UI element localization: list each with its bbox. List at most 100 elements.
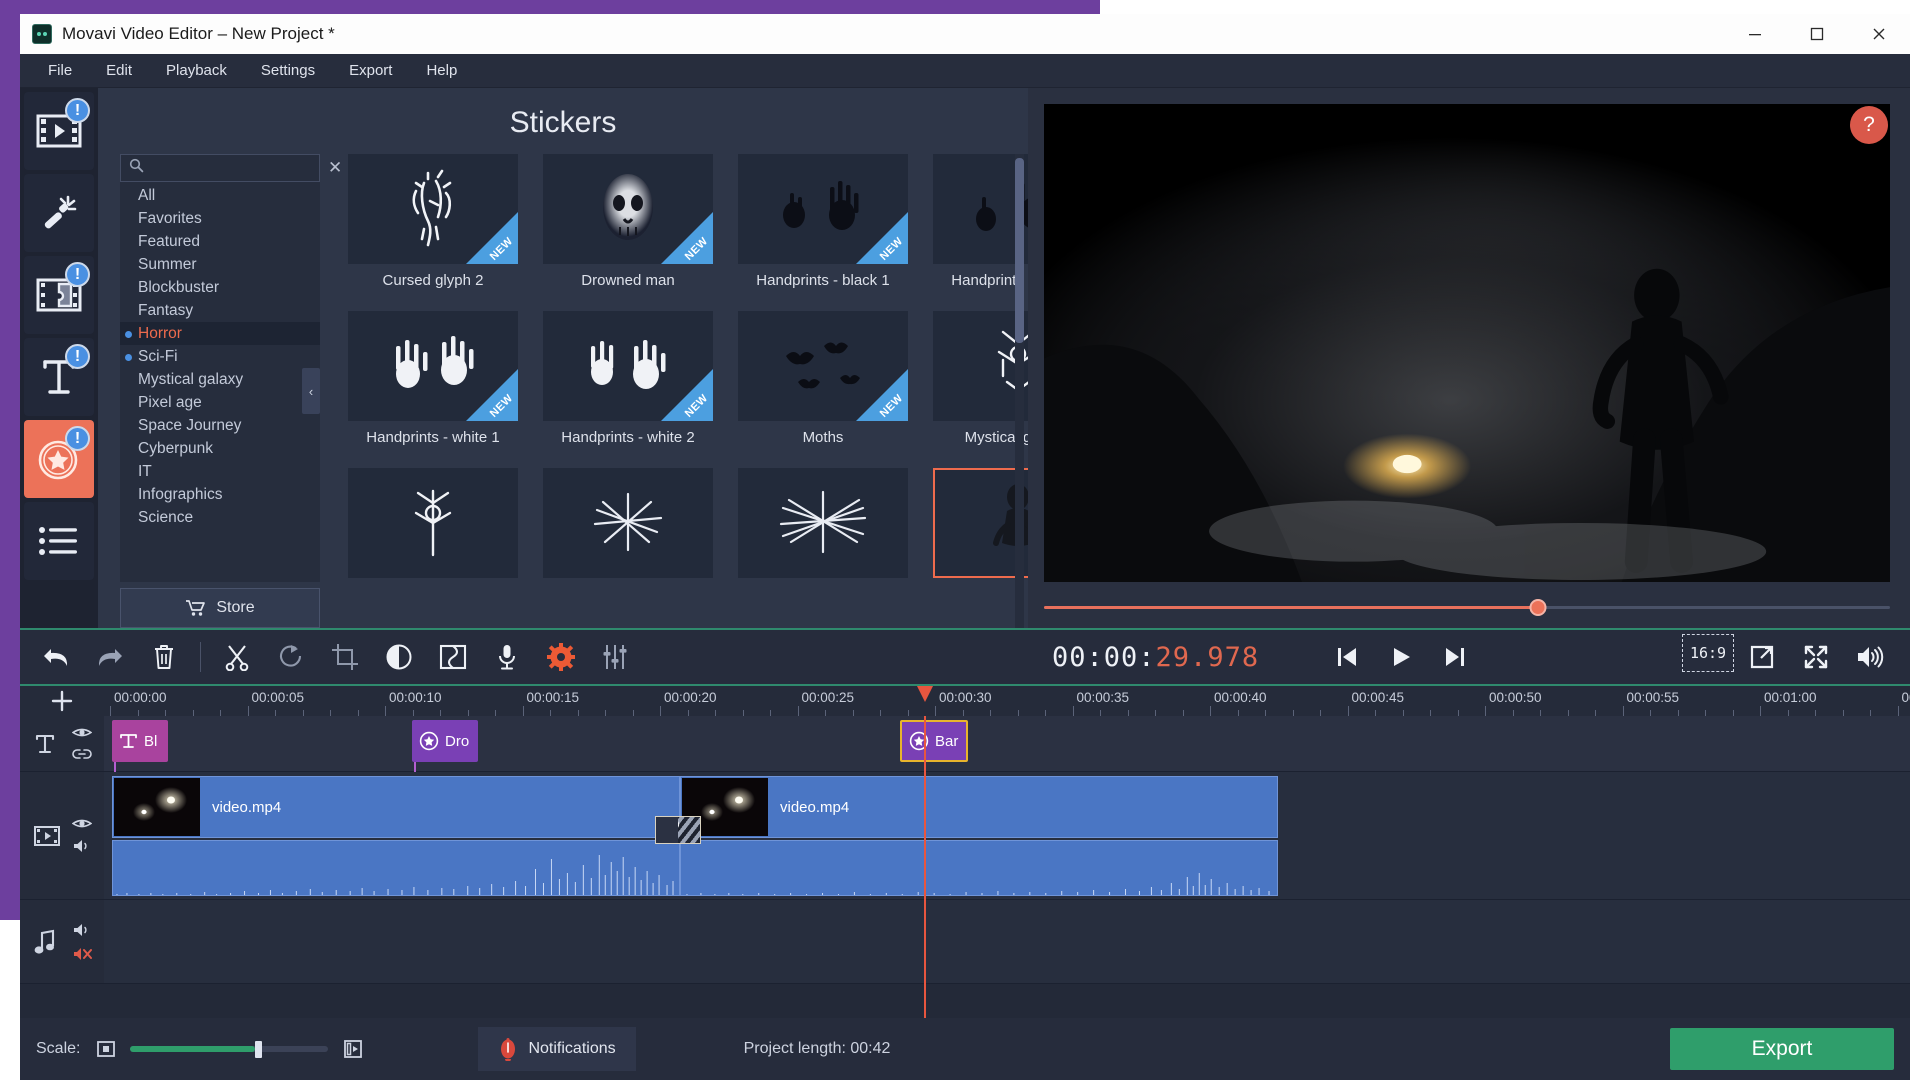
undo-button[interactable] — [30, 634, 82, 680]
category-item-summer[interactable]: Summer — [120, 253, 320, 276]
sticker-tile[interactable] — [543, 468, 713, 585]
category-item-space-journey[interactable]: Space Journey — [120, 414, 320, 437]
sticker-grid-scrollbar[interactable] — [1015, 154, 1024, 628]
menu-edit[interactable]: Edit — [92, 56, 146, 85]
clear-search-icon[interactable]: ✕ — [328, 157, 342, 179]
help-button[interactable]: ? — [1850, 106, 1888, 144]
prev-frame-button[interactable] — [1321, 634, 1373, 680]
category-item-blockbuster[interactable]: Blockbuster — [120, 276, 320, 299]
video-clip-audio[interactable] — [680, 840, 1278, 896]
playhead[interactable] — [924, 716, 926, 1018]
sidebar-item-more-list[interactable] — [24, 502, 94, 580]
sticker-tile[interactable]: NEW Moths — [738, 311, 908, 447]
title-clip-selected[interactable]: Bar — [900, 720, 968, 762]
redo-button[interactable] — [84, 634, 136, 680]
sidebar-item-stickers[interactable]: ! — [24, 420, 94, 498]
timeline-ruler[interactable]: 00:00:0000:00:0500:00:1000:00:1500:00:20… — [104, 686, 1910, 716]
category-list[interactable]: All Favorites Featured Summer Blockbuste… — [120, 182, 320, 582]
sticker-tile[interactable]: NEW Mystical glyph 1 — [933, 311, 1028, 447]
sticker-tile[interactable]: NEW Cursed glyph 2 — [348, 154, 518, 290]
sidebar-item-transitions[interactable]: ! — [24, 256, 94, 334]
sidebar-item-more-tools[interactable] — [24, 174, 94, 252]
mute-icon[interactable] — [72, 946, 92, 962]
play-button[interactable] — [1375, 634, 1427, 680]
equalizer-button[interactable] — [589, 634, 641, 680]
rotate-button[interactable] — [265, 634, 317, 680]
scale-slider[interactable] — [130, 1046, 328, 1052]
detach-preview-button[interactable] — [1736, 634, 1788, 680]
seek-handle[interactable] — [1530, 599, 1547, 616]
close-button[interactable] — [1848, 14, 1910, 54]
sticker-thumbnail[interactable]: NEW — [348, 154, 518, 264]
category-item-pixel-age[interactable]: Pixel age — [120, 391, 320, 414]
sticker-tile[interactable]: NEW Handprints - white 1 — [348, 311, 518, 447]
sticker-thumbnail[interactable]: NEW — [933, 154, 1028, 264]
category-item-fantasy[interactable]: Fantasy — [120, 299, 320, 322]
video-clip[interactable]: video.mp4 — [680, 776, 1278, 838]
sticker-tile-selected[interactable] — [933, 468, 1028, 585]
sticker-thumbnail[interactable]: NEW — [933, 311, 1028, 421]
settings-button[interactable] — [535, 634, 587, 680]
color-adjust-button[interactable] — [373, 634, 425, 680]
video-track-lane[interactable]: video.mp4 — [104, 772, 1910, 899]
search-input[interactable] — [125, 160, 328, 176]
seek-bar[interactable] — [1044, 596, 1890, 618]
menu-playback[interactable]: Playback — [152, 56, 241, 85]
panzoom-button[interactable] — [427, 634, 479, 680]
maximize-button[interactable] — [1786, 14, 1848, 54]
record-audio-button[interactable] — [481, 634, 533, 680]
audio-track-lane[interactable] — [104, 900, 1910, 983]
sticker-tile[interactable] — [348, 468, 518, 585]
eye-icon[interactable] — [72, 726, 92, 739]
fullscreen-button[interactable] — [1790, 634, 1842, 680]
transition-marker[interactable] — [655, 816, 701, 844]
zoom-in-icon[interactable] — [342, 1038, 364, 1060]
sticker-thumbnail[interactable]: NEW — [543, 311, 713, 421]
link-icon[interactable] — [72, 747, 92, 761]
sticker-thumbnail[interactable] — [738, 468, 908, 578]
category-item-favorites[interactable]: Favorites — [120, 207, 320, 230]
sticker-thumbnail[interactable]: NEW — [543, 154, 713, 264]
title-clip[interactable]: Bl — [112, 720, 168, 762]
sticker-thumbnail[interactable]: NEW — [738, 311, 908, 421]
category-item-infographics[interactable]: Infographics — [120, 483, 320, 506]
delete-button[interactable] — [138, 634, 190, 680]
sticker-tile[interactable]: NEW Handprints - black 1 — [738, 154, 908, 290]
sticker-thumbnail[interactable] — [933, 468, 1028, 578]
category-item-science[interactable]: Science — [120, 506, 320, 529]
zoom-out-icon[interactable] — [96, 1039, 116, 1059]
category-item-sci-fi[interactable]: Sci-Fi — [120, 345, 320, 368]
notifications-button[interactable]: Notifications — [478, 1027, 635, 1071]
speaker-icon[interactable] — [72, 838, 92, 854]
volume-button[interactable] — [1844, 634, 1896, 680]
crop-button[interactable] — [319, 634, 371, 680]
category-item-all[interactable]: All — [120, 184, 320, 207]
scale-slider-handle[interactable] — [255, 1041, 262, 1058]
scrollbar-thumb[interactable] — [1015, 158, 1024, 343]
add-track-button[interactable] — [20, 686, 104, 716]
video-preview[interactable] — [1044, 104, 1890, 582]
eye-icon[interactable] — [72, 817, 92, 830]
menu-settings[interactable]: Settings — [247, 56, 329, 85]
export-button[interactable]: Export — [1670, 1028, 1894, 1070]
category-item-horror[interactable]: Horror — [120, 322, 320, 345]
sticker-tile[interactable]: NEW Drowned man — [543, 154, 713, 290]
minimize-button[interactable] — [1724, 14, 1786, 54]
next-frame-button[interactable] — [1429, 634, 1481, 680]
sidebar-item-titles[interactable]: ! — [24, 338, 94, 416]
aspect-ratio-button[interactable]: 16:9 — [1682, 634, 1734, 672]
sticker-thumbnail[interactable] — [348, 468, 518, 578]
sticker-thumbnail[interactable]: NEW — [348, 311, 518, 421]
collapse-panel-button[interactable]: ‹ — [302, 368, 320, 414]
menu-file[interactable]: File — [34, 56, 86, 85]
titles-track-lane[interactable]: Bl Dro Bar — [104, 716, 1910, 771]
split-button[interactable] — [211, 634, 263, 680]
category-item-it[interactable]: IT — [120, 460, 320, 483]
sticker-thumbnail[interactable]: NEW — [738, 154, 908, 264]
sticker-tile[interactable]: NEW Handprints - black 2 — [933, 154, 1028, 290]
speaker-icon[interactable] — [72, 922, 92, 938]
sticker-tile[interactable] — [738, 468, 908, 585]
search-row[interactable]: ✕ — [120, 154, 320, 182]
sticker-thumbnail[interactable] — [543, 468, 713, 578]
menu-export[interactable]: Export — [335, 56, 406, 85]
